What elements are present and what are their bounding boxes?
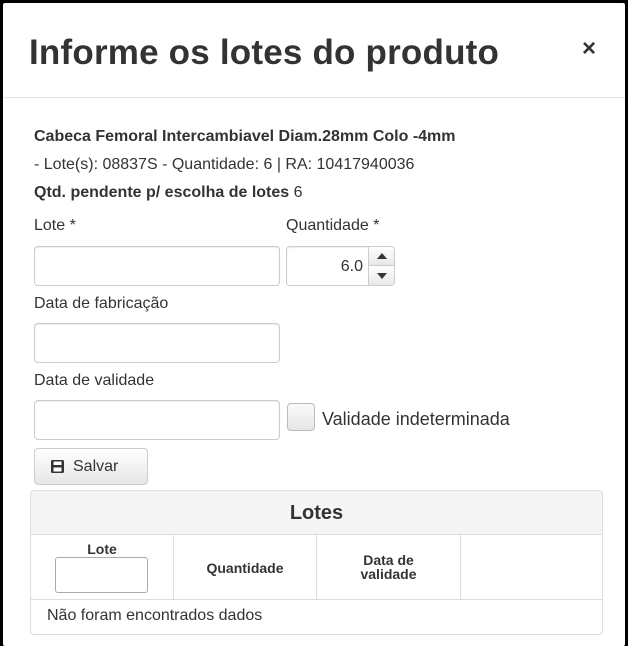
column-empty bbox=[461, 535, 602, 600]
indeterminada-label[interactable]: Validade indeterminada bbox=[322, 409, 510, 430]
modal-header: Informe os lotes do produto × bbox=[3, 3, 625, 98]
lote-input[interactable] bbox=[34, 246, 280, 286]
lotes-panel: Lotes Lote Quantidade Data de validade N… bbox=[30, 490, 603, 635]
quantidade-stepper[interactable]: 6.0 bbox=[286, 246, 395, 286]
lote-label: Lote * bbox=[34, 217, 76, 234]
lote-filter-input[interactable] bbox=[55, 557, 148, 593]
quantidade-value[interactable]: 6.0 bbox=[341, 258, 363, 276]
lotes-modal: Informe os lotes do produto × Cabeca Fem… bbox=[3, 3, 625, 646]
modal-title: Informe os lotes do produto bbox=[29, 33, 500, 72]
save-button[interactable]: Salvar bbox=[34, 448, 148, 485]
column-lote-label: Lote bbox=[87, 541, 117, 557]
spin-buttons bbox=[368, 247, 394, 285]
chevron-up-icon[interactable] bbox=[369, 247, 394, 266]
validade-input[interactable] bbox=[34, 400, 280, 440]
fabricacao-input[interactable] bbox=[34, 323, 280, 363]
pending-value: 6 bbox=[293, 184, 303, 201]
indeterminada-checkbox[interactable] bbox=[287, 403, 315, 431]
validade-label: Data de validade bbox=[34, 372, 155, 389]
column-validade-label-2: validade bbox=[360, 566, 417, 582]
product-details: - Lote(s): 08837S - Quantidade: 6 | RA: … bbox=[34, 156, 415, 173]
pending-quantity: Qtd. pendente p/ escolha de lotes 6 bbox=[34, 184, 303, 202]
column-quantidade[interactable]: Quantidade bbox=[174, 535, 317, 600]
lotes-title: Lotes bbox=[31, 491, 602, 535]
pending-label: Qtd. pendente p/ escolha de lotes bbox=[34, 184, 290, 201]
chevron-down-icon[interactable] bbox=[369, 266, 394, 285]
column-validade[interactable]: Data de validade bbox=[317, 535, 461, 600]
quantidade-label: Quantidade * bbox=[286, 217, 380, 234]
floppy-disk-icon bbox=[51, 460, 64, 473]
column-lote: Lote bbox=[31, 535, 174, 600]
fabricacao-label: Data de fabricação bbox=[34, 295, 169, 312]
close-icon[interactable]: × bbox=[578, 36, 600, 62]
save-label[interactable]: Salvar bbox=[73, 458, 118, 476]
empty-message: Não foram encontrados dados bbox=[47, 607, 263, 624]
product-name: Cabeca Femoral Intercambiavel Diam.28mm … bbox=[34, 128, 456, 145]
column-quantidade-label: Quantidade bbox=[206, 560, 284, 576]
